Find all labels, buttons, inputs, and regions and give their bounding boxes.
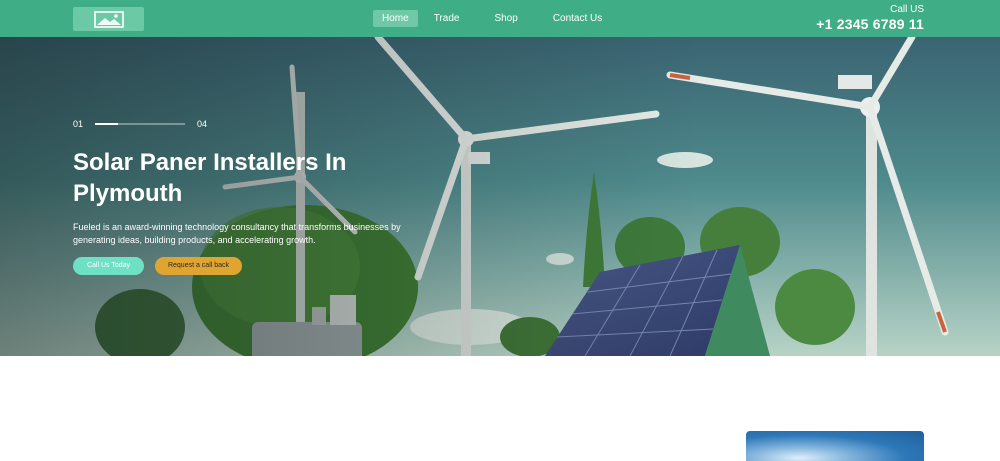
feature-card-image bbox=[746, 431, 924, 461]
request-call-back-button[interactable]: Request a call back bbox=[155, 257, 242, 275]
slide-total: 04 bbox=[197, 119, 208, 129]
hero-banner: 01 04 Solar Paner Installers In Plymouth… bbox=[0, 37, 1000, 356]
nav-trade[interactable]: Trade bbox=[425, 10, 469, 27]
main-nav: Home Trade Shop Contact Us bbox=[373, 10, 615, 27]
logo[interactable] bbox=[73, 7, 144, 31]
nav-home[interactable]: Home bbox=[373, 10, 418, 27]
slide-progress-fill bbox=[95, 123, 118, 125]
hero-title: Solar Paner Installers In Plymouth bbox=[73, 149, 347, 207]
call-us-today-button[interactable]: Call Us Today bbox=[73, 257, 144, 275]
slide-progress-track[interactable] bbox=[95, 123, 186, 125]
image-placeholder-icon bbox=[93, 10, 124, 28]
nav-shop[interactable]: Shop bbox=[485, 10, 526, 27]
call-number[interactable]: +1 2345 6789 11 bbox=[816, 16, 924, 32]
hero-description: Fueled is an award-winning technology co… bbox=[73, 222, 401, 245]
slide-current: 01 bbox=[73, 119, 84, 129]
call-label: Call US bbox=[890, 4, 924, 15]
site-header: Home Trade Shop Contact Us Call US +1 23… bbox=[0, 0, 1000, 37]
slider-indicator: 01 04 bbox=[73, 118, 207, 130]
nav-contact-us[interactable]: Contact Us bbox=[544, 10, 611, 27]
